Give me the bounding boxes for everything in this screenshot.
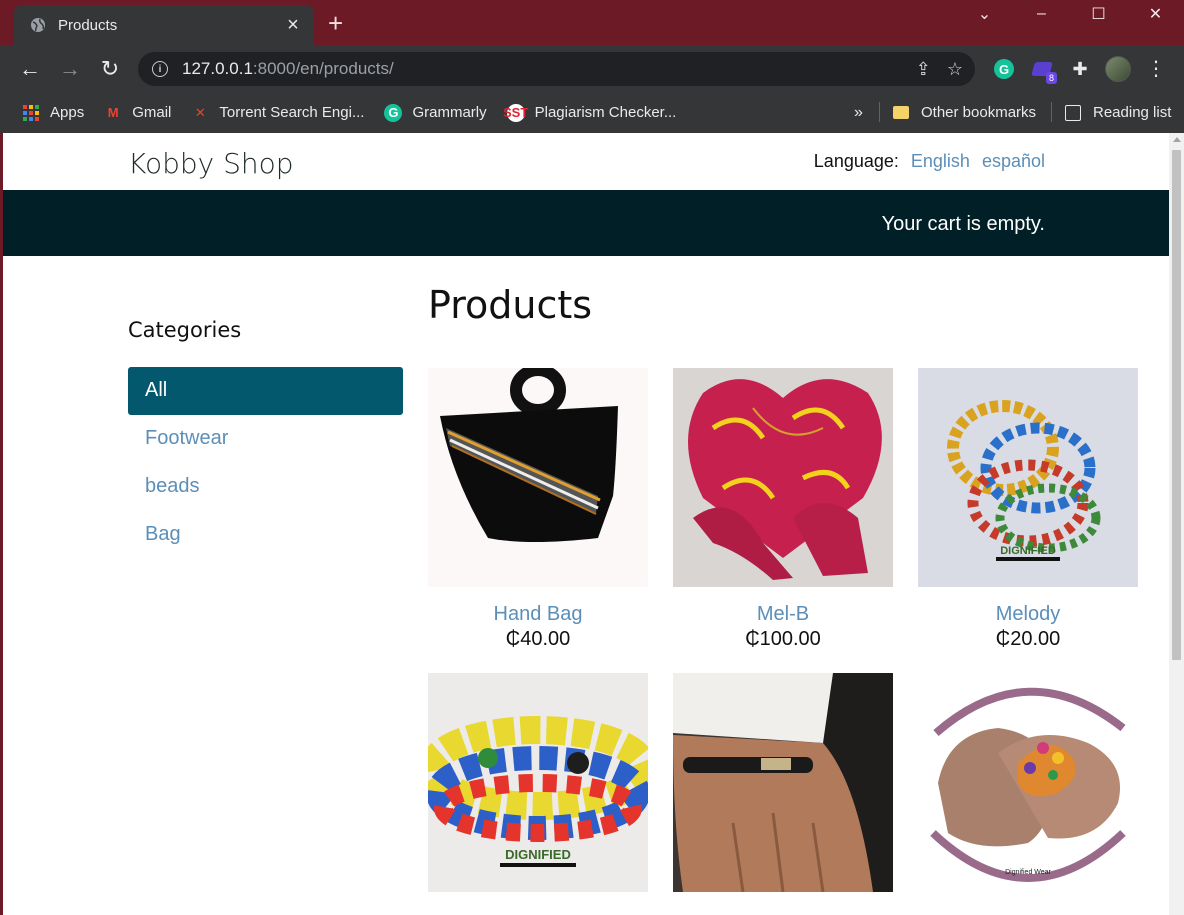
close-tab-icon[interactable]: × xyxy=(282,15,304,35)
page-title: Products xyxy=(428,283,593,327)
bookmark-label: Torrent Search Engi... xyxy=(219,104,365,121)
bookmark-gmail[interactable]: M Gmail xyxy=(104,104,172,122)
site-logo[interactable]: Kobby Shop xyxy=(128,147,294,180)
other-bookmarks-label: Other bookmarks xyxy=(921,104,1037,121)
extension-badge-icon[interactable]: 8 xyxy=(1028,55,1057,84)
extensions-puzzle-icon[interactable]: ✚ xyxy=(1066,55,1094,83)
bookmark-label: Plagiarism Checker... xyxy=(534,104,677,121)
globe-icon xyxy=(31,18,45,32)
bookmark-divider xyxy=(879,102,880,122)
product-card xyxy=(673,673,893,908)
language-spanish-link[interactable]: español xyxy=(982,151,1045,172)
bookmark-label: Grammarly xyxy=(412,104,487,121)
product-image-handbag[interactable] xyxy=(428,368,648,587)
extensions-area: G 8 ✚ ⋮ xyxy=(990,55,1170,84)
url-path: :8000/en/products/ xyxy=(252,59,394,78)
product-image-melody[interactable]: DIGNIFIED xyxy=(918,368,1138,587)
reload-icon[interactable]: ↻ xyxy=(90,51,130,87)
bookmark-star-icon[interactable]: ☆ xyxy=(947,59,963,80)
other-bookmarks[interactable]: Other bookmarks xyxy=(893,104,1036,121)
bookmark-label: Gmail xyxy=(132,104,172,121)
product-name[interactable]: Melody xyxy=(918,603,1138,626)
new-tab-button[interactable]: + xyxy=(328,10,343,36)
maximize-icon[interactable]: ☐ xyxy=(1070,0,1127,28)
cart-bar: Your cart is empty. xyxy=(3,190,1169,256)
product-image-beads[interactable]: DIGNIFIED xyxy=(428,673,648,892)
bookmark-label: Apps xyxy=(50,104,85,121)
torrent-x-icon: ✕ xyxy=(194,104,206,120)
category-all[interactable]: All xyxy=(128,367,403,415)
tab-title: Products xyxy=(58,16,118,34)
product-price: ₵40.00 xyxy=(505,628,571,650)
site-info-icon[interactable]: i xyxy=(152,61,168,77)
product-price: ₵100.00 xyxy=(745,628,821,650)
product-name[interactable]: Mel-B xyxy=(673,603,893,626)
page-scrollbar[interactable] xyxy=(1169,133,1184,915)
product-card: Dignified Wear xyxy=(918,673,1138,908)
apps-grid-icon xyxy=(22,104,40,122)
scroll-up-arrow-icon[interactable] xyxy=(1173,137,1181,142)
sst-icon: SST xyxy=(502,103,529,122)
menu-kebab-icon[interactable]: ⋮ xyxy=(1142,55,1170,83)
window-controls: ⌄ – ☐ ✕ xyxy=(956,0,1184,28)
cart-status: Your cart is empty. xyxy=(881,213,1045,235)
minimize-icon[interactable]: – xyxy=(1013,0,1070,28)
share-icon[interactable]: ⇪ xyxy=(916,59,931,80)
page-viewport: Kobby Shop Language: English español You… xyxy=(3,133,1169,915)
product-card: DIGNIFIED Melody ₵20.00 xyxy=(918,368,1138,651)
categories-heading: Categories xyxy=(128,318,242,342)
dignified-logo-text: DIGNIFIED xyxy=(505,847,571,862)
grammarly-icon: G xyxy=(384,103,403,122)
reading-list-icon xyxy=(1065,104,1081,121)
bookmark-apps[interactable]: Apps xyxy=(22,104,84,122)
address-bar[interactable]: i 127.0.0.1:8000/en/products/ ⇪ ☆ xyxy=(138,52,975,86)
browser-toolbar: ← → ↻ i 127.0.0.1:8000/en/products/ ⇪ ☆ … xyxy=(0,45,1184,92)
site-header: Kobby Shop Language: English español xyxy=(3,133,1169,190)
reading-list[interactable]: Reading list xyxy=(1065,104,1171,121)
footwear-caption: Dignified Wear xyxy=(1005,869,1051,876)
profile-avatar[interactable] xyxy=(1104,55,1132,83)
bookmark-plagiarism[interactable]: SST Plagiarism Checker... xyxy=(502,103,677,122)
browser-titlebar: Products × + ⌄ – ☐ ✕ xyxy=(0,0,1184,45)
scroll-thumb[interactable] xyxy=(1172,150,1181,660)
category-footwear[interactable]: Footwear xyxy=(128,415,403,463)
extension-badge-count: 8 xyxy=(1045,72,1057,84)
url-host: 127.0.0.1 xyxy=(182,59,253,78)
product-price: ₵20.00 xyxy=(995,628,1061,650)
reading-list-label: Reading list xyxy=(1093,104,1172,121)
close-window-icon[interactable]: ✕ xyxy=(1127,0,1184,28)
back-icon[interactable]: ← xyxy=(10,51,50,87)
language-switcher: Language: English español xyxy=(814,151,1045,172)
product-card: DIGNIFIED xyxy=(428,673,648,908)
bookmarks-bar: Apps M Gmail ✕ Torrent Search Engi... G … xyxy=(0,92,1184,133)
grammarly-extension-icon[interactable]: G xyxy=(990,55,1018,83)
folder-icon xyxy=(893,106,909,119)
product-image-sandals[interactable]: Dignified Wear xyxy=(918,673,1138,892)
product-name[interactable]: Hand Bag xyxy=(428,603,648,626)
category-bag[interactable]: Bag xyxy=(128,511,403,559)
language-english-link[interactable]: English xyxy=(911,151,970,172)
product-image-bracelet[interactable] xyxy=(673,673,893,892)
browser-tab[interactable]: Products × xyxy=(14,5,314,45)
bookmark-divider xyxy=(1051,102,1052,122)
bookmark-torrent[interactable]: ✕ Torrent Search Engi... xyxy=(191,104,365,122)
tab-search-icon[interactable]: ⌄ xyxy=(956,0,1013,28)
product-image-mel-b[interactable] xyxy=(673,368,893,587)
category-beads[interactable]: beads xyxy=(128,463,403,511)
language-label: Language: xyxy=(813,151,899,171)
gmail-icon: M xyxy=(107,105,119,120)
categories-sidebar: Categories All Footwear beads Bag xyxy=(128,318,403,559)
forward-icon[interactable]: → xyxy=(50,51,90,87)
dignified-logo-text: DIGNIFIED xyxy=(1000,545,1056,557)
product-card: Mel-B ₵100.00 xyxy=(673,368,893,651)
product-card: Hand Bag ₵40.00 xyxy=(428,368,648,651)
more-bookmarks-icon[interactable]: » xyxy=(854,104,863,122)
bookmark-grammarly[interactable]: G Grammarly xyxy=(384,103,487,122)
product-grid: Hand Bag ₵40.00 Mel-B ₵100.00 DIGNIFIED … xyxy=(428,368,1138,908)
